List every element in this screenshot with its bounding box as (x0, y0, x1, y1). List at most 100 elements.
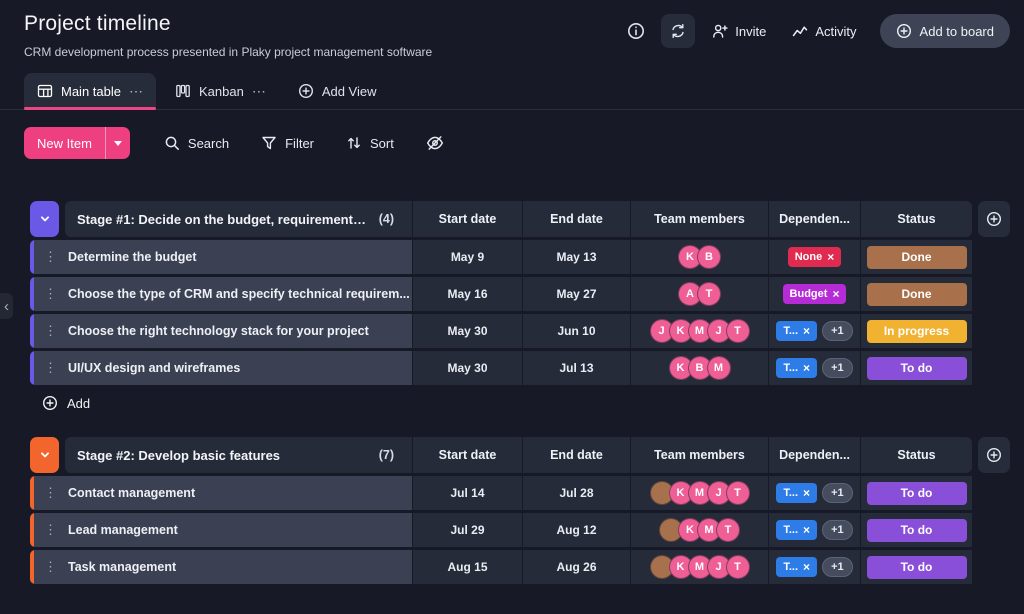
end-date-cell[interactable]: Aug 26 (522, 550, 630, 584)
column-header-start-date[interactable]: Start date (412, 201, 522, 237)
team-members-cell[interactable]: K B (630, 240, 768, 274)
more-dependencies-badge[interactable]: +1 (822, 520, 853, 540)
team-members-cell[interactable]: A T (630, 277, 768, 311)
column-header-team-members[interactable]: Team members (630, 201, 768, 237)
drag-handle-icon[interactable] (34, 522, 65, 538)
remove-dependency-icon[interactable] (832, 288, 839, 301)
member-avatar[interactable]: T (726, 555, 750, 579)
start-date-cell[interactable]: May 9 (412, 240, 522, 274)
tab-kanban[interactable]: Kanban (162, 73, 279, 109)
sync-boards-button[interactable] (661, 14, 695, 48)
table-row[interactable]: Choose the right technology stack for yo… (30, 314, 972, 348)
team-members-cell[interactable]: K M J T (630, 476, 768, 510)
sort-button[interactable]: Sort (336, 129, 404, 157)
dependency-badge[interactable]: T... (776, 358, 817, 378)
column-header-end-date[interactable]: End date (522, 437, 630, 473)
column-header-status[interactable]: Status (860, 437, 972, 473)
member-avatar[interactable]: T (697, 282, 721, 306)
new-item-dropdown-button[interactable] (105, 127, 130, 159)
member-avatar[interactable]: M (707, 356, 731, 380)
column-header-status[interactable]: Status (860, 201, 972, 237)
item-name-cell[interactable]: Lead management (34, 513, 412, 547)
collapse-group-button[interactable] (30, 437, 59, 473)
remove-dependency-icon[interactable] (827, 251, 834, 264)
group-title[interactable]: Stage #2: Develop basic features (65, 448, 280, 463)
collapse-group-button[interactable] (30, 201, 59, 237)
invite-button[interactable]: Invite (703, 17, 775, 45)
item-name-cell[interactable]: Choose the right technology stack for yo… (34, 314, 412, 348)
remove-dependency-icon[interactable] (803, 362, 810, 375)
tab-main-table[interactable]: Main table (24, 73, 156, 109)
table-row[interactable]: Determine the budget May 9 May 13 K B No… (30, 240, 972, 274)
status-cell[interactable]: Done (860, 240, 972, 274)
dependencies-cell[interactable]: T... +1 (768, 550, 860, 584)
member-avatar[interactable]: T (716, 518, 740, 542)
end-date-cell[interactable]: Jul 13 (522, 351, 630, 385)
table-row[interactable]: Lead management Jul 29 Aug 12 K M T T...… (30, 513, 972, 547)
status-pill[interactable]: To do (867, 482, 967, 505)
item-name-cell[interactable]: Task management (34, 550, 412, 584)
activity-button[interactable]: Activity (783, 17, 865, 45)
member-avatar[interactable]: T (726, 481, 750, 505)
status-cell[interactable]: In progress (860, 314, 972, 348)
more-dependencies-badge[interactable]: +1 (822, 358, 853, 378)
drag-handle-icon[interactable] (34, 485, 65, 501)
collapse-panel-arrow-icon[interactable]: ‹ (0, 293, 13, 319)
status-pill[interactable]: Done (867, 283, 967, 306)
hide-columns-button[interactable] (416, 128, 454, 158)
start-date-cell[interactable]: May 16 (412, 277, 522, 311)
table-row[interactable]: Contact management Jul 14 Jul 28 K M J T… (30, 476, 972, 510)
status-cell[interactable]: To do (860, 550, 972, 584)
dependencies-cell[interactable]: None (768, 240, 860, 274)
column-header-team-members[interactable]: Team members (630, 437, 768, 473)
dependency-badge[interactable]: T... (776, 557, 817, 577)
start-date-cell[interactable]: May 30 (412, 351, 522, 385)
add-column-button[interactable] (978, 437, 1010, 473)
dependencies-cell[interactable]: T... +1 (768, 513, 860, 547)
remove-dependency-icon[interactable] (803, 524, 810, 537)
member-avatar[interactable]: T (726, 319, 750, 343)
dependency-badge[interactable]: T... (776, 321, 817, 341)
member-avatar[interactable]: B (697, 245, 721, 269)
status-pill[interactable]: To do (867, 556, 967, 579)
item-name-cell[interactable]: UI/UX design and wireframes (34, 351, 412, 385)
tab-options-icon[interactable] (252, 84, 266, 98)
tab-options-icon[interactable] (129, 84, 143, 98)
start-date-cell[interactable]: Jul 14 (412, 476, 522, 510)
dependency-badge[interactable]: None (788, 247, 842, 267)
end-date-cell[interactable]: Jun 10 (522, 314, 630, 348)
end-date-cell[interactable]: Aug 12 (522, 513, 630, 547)
column-header-start-date[interactable]: Start date (412, 437, 522, 473)
start-date-cell[interactable]: Aug 15 (412, 550, 522, 584)
status-pill[interactable]: To do (867, 357, 967, 380)
column-header-dependencies[interactable]: Dependen... (768, 437, 860, 473)
dependency-badge[interactable]: T... (776, 520, 817, 540)
drag-handle-icon[interactable] (34, 323, 65, 339)
info-button[interactable] (619, 14, 653, 48)
drag-handle-icon[interactable] (34, 559, 65, 575)
more-dependencies-badge[interactable]: +1 (822, 321, 853, 341)
status-pill[interactable]: Done (867, 246, 967, 269)
remove-dependency-icon[interactable] (803, 561, 810, 574)
column-header-end-date[interactable]: End date (522, 201, 630, 237)
column-header-dependencies[interactable]: Dependen... (768, 201, 860, 237)
dependencies-cell[interactable]: T... +1 (768, 351, 860, 385)
end-date-cell[interactable]: Jul 28 (522, 476, 630, 510)
drag-handle-icon[interactable] (34, 360, 65, 376)
remove-dependency-icon[interactable] (803, 325, 810, 338)
status-pill[interactable]: To do (867, 519, 967, 542)
item-name-cell[interactable]: Contact management (34, 476, 412, 510)
filter-button[interactable]: Filter (251, 129, 324, 157)
group-title[interactable]: Stage #1: Decide on the budget, requirem… (65, 212, 371, 227)
team-members-cell[interactable]: K M T (630, 513, 768, 547)
more-dependencies-badge[interactable]: +1 (822, 557, 853, 577)
table-row[interactable]: Choose the type of CRM and specify techn… (30, 277, 972, 311)
status-cell[interactable]: Done (860, 277, 972, 311)
dependency-badge[interactable]: T... (776, 483, 817, 503)
drag-handle-icon[interactable] (34, 286, 65, 302)
item-name-cell[interactable]: Choose the type of CRM and specify techn… (34, 277, 412, 311)
add-to-board-button[interactable]: Add to board (880, 14, 1010, 48)
drag-handle-icon[interactable] (34, 249, 65, 265)
dependencies-cell[interactable]: T... +1 (768, 476, 860, 510)
add-item-button[interactable]: Add (42, 395, 90, 411)
